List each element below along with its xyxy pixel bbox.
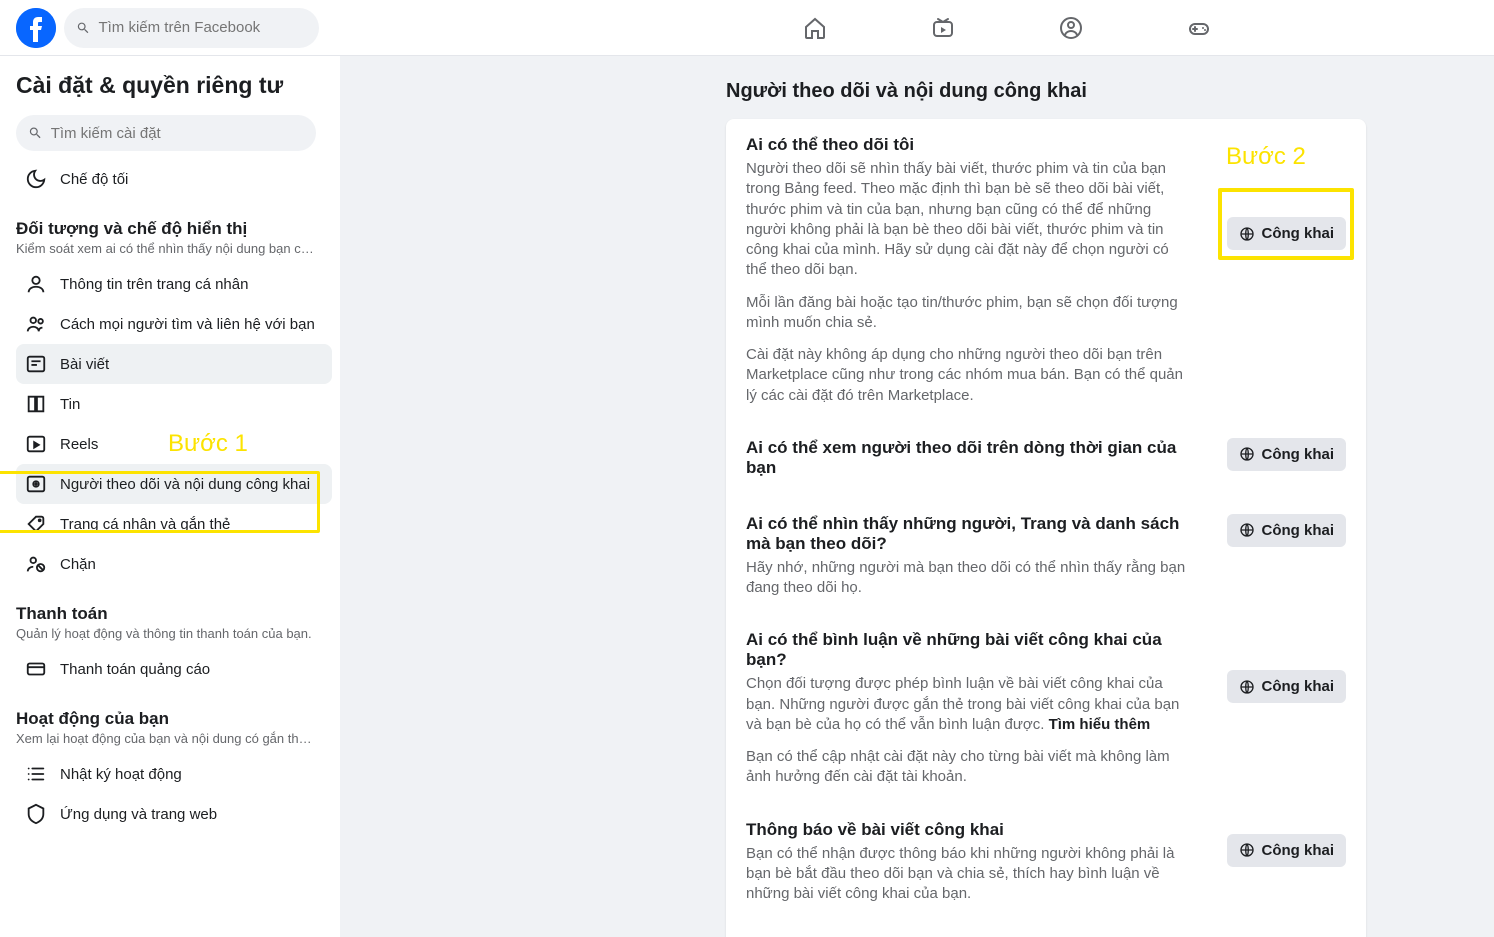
nav-groups[interactable]: [1057, 14, 1085, 42]
globe-icon: [1239, 226, 1255, 242]
sidebar-item-ads-payment[interactable]: Thanh toán quảng cáo: [16, 649, 332, 689]
sidebar-item-block[interactable]: Chặn: [16, 544, 332, 584]
section-sub-payment: Quản lý hoạt động và thông tin thanh toá…: [16, 626, 316, 641]
sidebar-item-stories[interactable]: Tin: [16, 384, 332, 424]
tag-icon: [24, 512, 48, 536]
sidebar-item-profile-tag[interactable]: Trang cá nhân và gắn thẻ: [16, 504, 332, 544]
who-can-comment-button[interactable]: Công khai: [1227, 670, 1346, 703]
home-icon: [803, 16, 827, 40]
sidebar-item-label: Chặn: [60, 556, 96, 573]
global-search-input[interactable]: [98, 19, 307, 36]
sidebar-item-find-contact[interactable]: Cách mọi người tìm và liên hệ với bạn: [16, 304, 332, 344]
who-can-follow-button[interactable]: Công khai: [1227, 217, 1346, 250]
public-post-notify-button[interactable]: Công khai: [1227, 834, 1346, 867]
sidebar-item-reels[interactable]: Reels: [16, 424, 332, 464]
search-icon: [28, 125, 43, 141]
setting-who-can-follow-title: Ai có thể theo dõi tôi: [746, 135, 1191, 155]
learn-more-link[interactable]: Tìm hiểu thêm: [1049, 716, 1151, 733]
setting-public-post-notify-desc: Bạn có thể nhận được thông báo khi những…: [746, 844, 1191, 905]
sidebar-item-label: Reels: [60, 436, 98, 453]
sidebar-item-label: Bài viết: [60, 356, 109, 373]
sidebar-item-label: Trang cá nhân và gắn thẻ: [60, 516, 230, 533]
gaming-icon: [1187, 16, 1211, 40]
main-content: Người theo dõi và nội dung công khai Bướ…: [340, 56, 1494, 937]
settings-search-input[interactable]: [51, 125, 304, 142]
global-search[interactable]: [64, 8, 319, 48]
sidebar-item-label: Người theo dõi và nội dung công khai: [60, 476, 310, 493]
sidebar-item-label: Thông tin trên trang cá nhân: [60, 276, 248, 293]
setting-who-can-follow-desc: Người theo dõi sẽ nhìn thấy bài viết, th…: [746, 159, 1191, 406]
search-icon: [76, 20, 90, 36]
block-icon: [24, 552, 48, 576]
sidebar-item-label: Thanh toán quảng cáo: [60, 661, 210, 678]
moon-icon: [24, 167, 48, 191]
video-icon: [931, 16, 955, 40]
settings-sidebar: Cài đặt & quyền riêng tư Chế độ tối Đối …: [0, 56, 340, 937]
sidebar-item-apps-web[interactable]: Ứng dụng và trang web: [16, 794, 332, 834]
sidebar-item-activity-log[interactable]: Nhật ký hoạt động: [16, 754, 332, 794]
nav-watch[interactable]: [929, 14, 957, 42]
followers-icon: [24, 472, 48, 496]
globe-icon: [1239, 679, 1255, 695]
facebook-logo[interactable]: [16, 8, 56, 48]
section-sub-audience: Kiểm soát xem ai có thể nhìn thấy nội du…: [16, 241, 316, 256]
page-title: Người theo dõi và nội dung công khai: [726, 80, 1366, 103]
sidebar-item-label: Cách mọi người tìm và liên hệ với bạn: [60, 316, 315, 333]
nav-gaming[interactable]: [1185, 14, 1213, 42]
section-heading-audience: Đối tượng và chế độ hiển thị: [16, 219, 332, 239]
sidebar-item-label: Nhật ký hoạt động: [60, 766, 182, 783]
setting-who-see-following-desc: Hãy nhớ, những người mà bạn theo dõi có …: [746, 558, 1191, 599]
post-icon: [24, 352, 48, 376]
section-heading-payment: Thanh toán: [16, 604, 332, 624]
globe-icon: [1239, 842, 1255, 858]
setting-who-see-following-title: Ai có thể nhìn thấy những người, Trang v…: [746, 514, 1191, 554]
sidebar-item-label: Chế độ tối: [60, 171, 128, 188]
setting-who-see-followers-title: Ai có thể xem người theo dõi trên dòng t…: [746, 438, 1191, 478]
app-header: [0, 0, 1494, 56]
apps-icon: [24, 802, 48, 826]
section-heading-activity: Hoạt động của bạn: [16, 709, 332, 729]
sidebar-item-dark-mode[interactable]: Chế độ tối: [16, 159, 332, 199]
settings-search[interactable]: [16, 115, 316, 151]
sidebar-item-followers[interactable]: Người theo dõi và nội dung công khai: [16, 464, 332, 504]
globe-icon: [1239, 522, 1255, 538]
card-icon: [24, 657, 48, 681]
nav-home[interactable]: [801, 14, 829, 42]
users-icon: [24, 312, 48, 336]
reels-icon: [24, 432, 48, 456]
sidebar-item-posts[interactable]: Bài viết: [16, 344, 332, 384]
sidebar-item-profile-info[interactable]: Thông tin trên trang cá nhân: [16, 264, 332, 304]
setting-who-can-comment-title: Ai có thể bình luận về những bài viết cô…: [746, 630, 1191, 670]
sidebar-title: Cài đặt & quyền riêng tư: [16, 72, 332, 99]
setting-who-can-comment-desc: Chọn đối tượng được phép bình luận về bà…: [746, 674, 1191, 787]
who-see-followers-button[interactable]: Công khai: [1227, 438, 1346, 471]
section-sub-activity: Xem lại hoạt động của bạn và nội dung có…: [16, 731, 316, 746]
who-see-following-button[interactable]: Công khai: [1227, 514, 1346, 547]
list-icon: [24, 762, 48, 786]
user-icon: [24, 272, 48, 296]
book-icon: [24, 392, 48, 416]
setting-public-post-notify-title: Thông báo về bài viết công khai: [746, 820, 1191, 840]
globe-icon: [1239, 446, 1255, 462]
sidebar-item-label: Ứng dụng và trang web: [60, 806, 217, 823]
sidebar-item-label: Tin: [60, 396, 80, 413]
groups-icon: [1059, 16, 1083, 40]
